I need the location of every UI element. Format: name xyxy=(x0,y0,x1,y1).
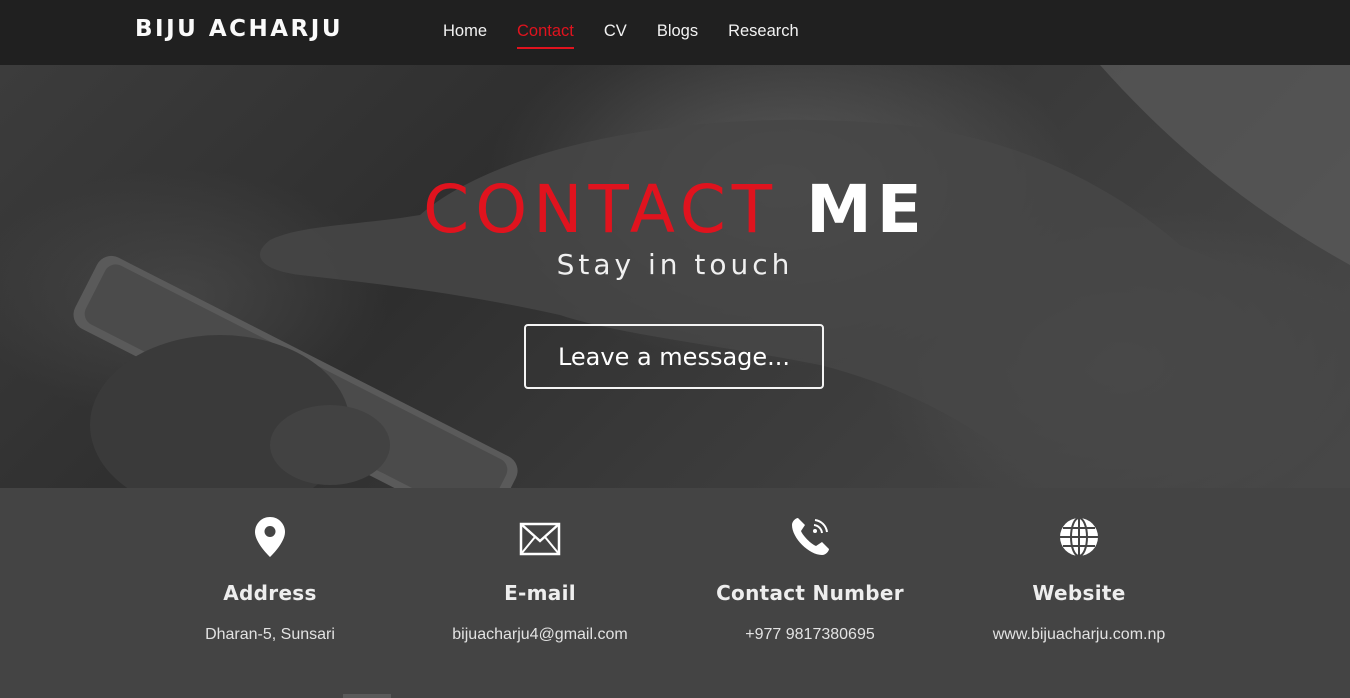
hero-title-contact: CONTACT xyxy=(423,171,779,248)
phone-icon xyxy=(785,516,835,562)
website-label: Website xyxy=(1032,581,1126,605)
phone-value[interactable]: +977 9817380695 xyxy=(675,626,945,644)
contact-info-email: E-mail bijuacharju4@gmail.com xyxy=(405,488,675,698)
nav-link-home[interactable]: Home xyxy=(443,22,487,43)
nav-links: Home Contact CV Blogs Research xyxy=(443,0,829,65)
navbar: BIJU ACHARJU Home Contact CV Blogs Resea… xyxy=(0,0,1350,65)
globe-icon xyxy=(1054,516,1104,562)
hero-subtitle: Stay in touch xyxy=(556,248,794,281)
nav-link-blogs[interactable]: Blogs xyxy=(657,22,698,43)
brand-logo[interactable]: BIJU ACHARJU xyxy=(135,16,343,42)
email-label: E-mail xyxy=(504,581,576,605)
address-value: Dharan-5, Sunsari xyxy=(205,626,335,643)
hero-section: CONTACT ME Stay in touch Leave a message… xyxy=(0,65,1350,488)
email-value[interactable]: bijuacharju4@gmail.com xyxy=(405,626,675,644)
leave-message-button[interactable]: Leave a message... xyxy=(524,324,824,389)
website-value[interactable]: www.bijuacharju.com.np xyxy=(944,626,1214,644)
contact-info-section: Address Dharan-5, Sunsari E-mail bijuach… xyxy=(0,488,1350,698)
nav-link-contact[interactable]: Contact xyxy=(517,22,574,49)
address-label: Address xyxy=(223,581,317,605)
location-pin-icon xyxy=(245,516,295,562)
hero-title: CONTACT ME xyxy=(0,170,1350,250)
nav-link-cv[interactable]: CV xyxy=(604,22,627,43)
hero-title-me: ME xyxy=(806,171,927,248)
contact-info-website: Website www.bijuacharju.com.np xyxy=(944,488,1214,698)
contact-info-address: Address Dharan-5, Sunsari xyxy=(135,488,405,698)
nav-link-research[interactable]: Research xyxy=(728,22,799,43)
contact-info-phone: Contact Number +977 9817380695 xyxy=(675,488,945,698)
envelope-icon xyxy=(515,516,565,562)
phone-label: Contact Number xyxy=(716,581,904,605)
horizontal-scrollbar-thumb[interactable] xyxy=(343,694,391,698)
